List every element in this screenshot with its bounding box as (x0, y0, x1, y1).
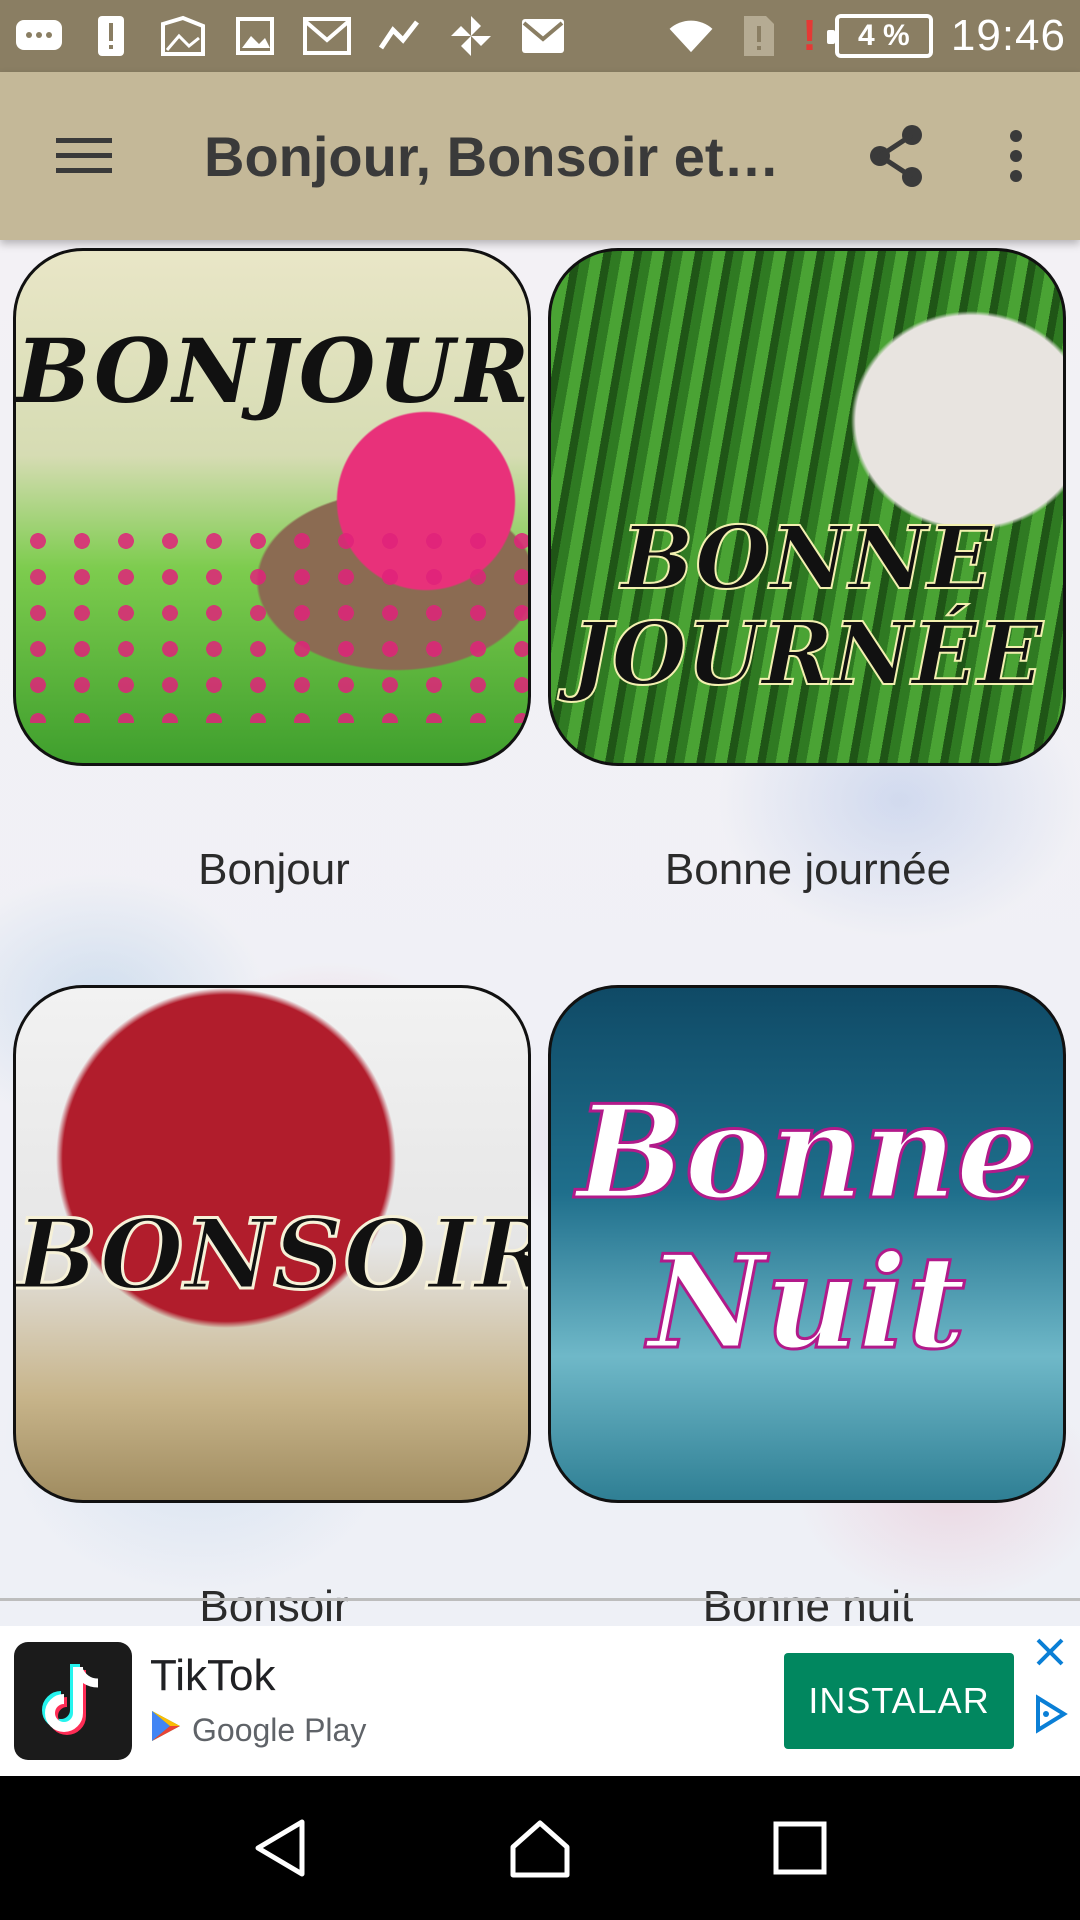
bonne-journee-tile[interactable]: BONNE JOURNÉE (548, 248, 1066, 766)
more-vert-icon[interactable] (956, 96, 1076, 216)
trend-icon (374, 14, 424, 58)
tiktok-logo-icon[interactable] (14, 1642, 132, 1760)
status-bar: ! 4 % 19:46 (0, 0, 1080, 72)
google-play-icon (150, 1709, 182, 1751)
bonne-nuit-tile[interactable]: Bonne Nuit (548, 985, 1066, 1503)
image-icon (230, 14, 280, 58)
system-indicators: ! 4 % 19:46 (666, 11, 1066, 61)
alert-icon (86, 14, 136, 58)
app-toolbar: Bonjour, Bonsoir et… (0, 72, 1080, 240)
install-button[interactable]: INSTALAR (784, 1653, 1014, 1749)
category-grid: BONJOUR Bonjour BONNE JOURNÉE Bonne jour… (0, 240, 1080, 1626)
low-battery-alert-icon: ! (802, 11, 817, 60)
tile-label-bonjour[interactable]: Bonjour (4, 845, 544, 895)
sim-alert-icon (734, 14, 784, 58)
tile-image-text: Bonne Nuit (575, 1077, 1039, 1380)
mail-icon (518, 14, 568, 58)
clock: 19:46 (950, 11, 1066, 60)
hamburger-icon[interactable] (24, 96, 144, 216)
ad-text: TikTok Google Play (150, 1651, 366, 1751)
page-title: Bonjour, Bonsoir et… (204, 124, 780, 188)
close-icon[interactable] (1030, 1632, 1070, 1672)
notification-icons (14, 14, 568, 58)
tile-image-text: BONJOUR (16, 319, 531, 423)
battery-icon: 4 % (826, 14, 933, 58)
tile-label-bonne-nuit[interactable]: Bonne nuit (538, 1582, 1078, 1626)
system-nav-bar (0, 1776, 1080, 1920)
pinwheel-icon (446, 14, 496, 58)
gallery-icon (158, 14, 208, 58)
wifi-icon (666, 14, 716, 58)
tile-image-text: BONSOIR (16, 1197, 531, 1313)
bonsoir-tile[interactable]: BONSOIR (13, 985, 531, 1503)
recents-icon[interactable] (740, 1788, 860, 1908)
ad-banner[interactable]: TikTok Google Play INSTALAR (0, 1626, 1080, 1776)
ad-app-name: TikTok (150, 1651, 276, 1700)
tile-image-text: BONNE JOURNÉE (570, 508, 1044, 705)
share-icon[interactable] (836, 96, 956, 216)
bonjour-tile[interactable]: BONJOUR (13, 248, 531, 766)
adchoices-icon[interactable] (1030, 1694, 1070, 1734)
tile-label-bonne-journee[interactable]: Bonne journée (538, 845, 1078, 895)
gmail-icon (302, 14, 352, 58)
message-icon (14, 14, 64, 58)
ad-store-name: Google Play (192, 1711, 367, 1748)
back-icon[interactable] (220, 1788, 340, 1908)
divider (0, 1598, 1080, 1601)
battery-level: 4 % (858, 19, 910, 52)
flower-field (16, 523, 528, 723)
ad-store: Google Play (150, 1709, 366, 1751)
tile-label-bonsoir[interactable]: Bonsoir (4, 1582, 544, 1626)
home-icon[interactable] (480, 1788, 600, 1908)
